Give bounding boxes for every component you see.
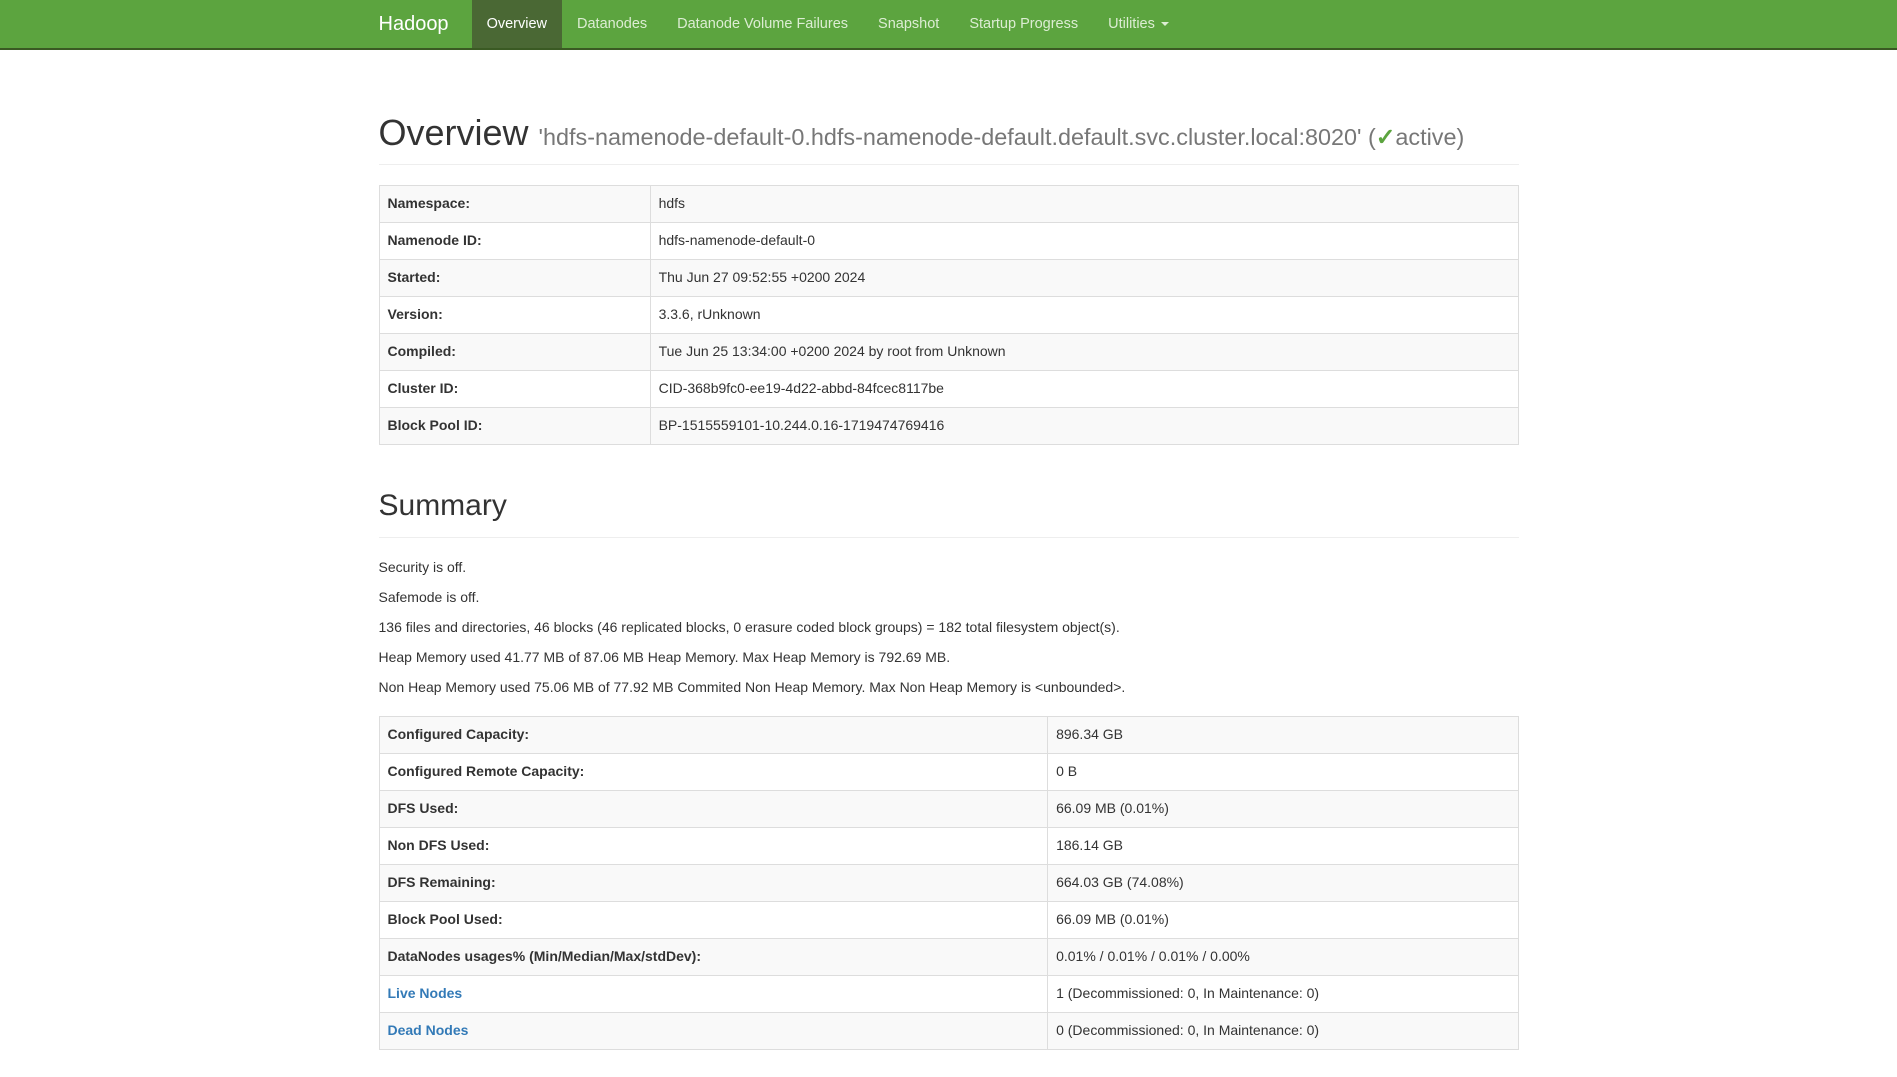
row-value: hdfs: [650, 186, 1518, 223]
table-row: DataNodes usages% (Min/Median/Max/stdDev…: [379, 938, 1518, 975]
row-value: 664.03 GB (74.08%): [1048, 864, 1518, 901]
safemode-status-text: Safemode is off.: [379, 588, 1519, 608]
nav-tab-startup-progress[interactable]: Startup Progress: [954, 0, 1093, 48]
row-label: Configured Remote Capacity:: [379, 753, 1048, 790]
cluster-metrics-table: Configured Capacity: 896.34 GB Configure…: [379, 716, 1519, 1050]
table-row: Dead Nodes 0 (Decommissioned: 0, In Main…: [379, 1012, 1518, 1049]
row-value: 66.09 MB (0.01%): [1048, 901, 1518, 938]
summary-heading: Summary: [379, 485, 1519, 528]
row-value: 0.01% / 0.01% / 0.01% / 0.00%: [1048, 938, 1518, 975]
navbar-container: Hadoop Overview Datanodes Datanode Volum…: [364, 0, 1534, 48]
row-label: Compiled:: [379, 333, 650, 370]
navbar: Hadoop Overview Datanodes Datanode Volum…: [0, 0, 1897, 50]
row-value: 66.09 MB (0.01%): [1048, 790, 1518, 827]
page-title-text: Overview: [379, 112, 529, 153]
row-label: Version:: [379, 296, 650, 333]
row-label: DFS Used:: [379, 790, 1048, 827]
row-label: Namespace:: [379, 186, 650, 223]
row-label: Configured Capacity:: [379, 716, 1048, 753]
row-label: Namenode ID:: [379, 222, 650, 259]
security-status-text: Security is off.: [379, 558, 1519, 578]
row-value: hdfs-namenode-default-0: [650, 222, 1518, 259]
table-row: Namespace: hdfs: [379, 186, 1518, 223]
table-row: DFS Used: 66.09 MB (0.01%): [379, 790, 1518, 827]
row-label: Cluster ID:: [379, 370, 650, 407]
row-value: 1 (Decommissioned: 0, In Maintenance: 0): [1048, 975, 1518, 1012]
row-value: BP-1515559101-10.244.0.16-1719474769416: [650, 407, 1518, 444]
row-value: CID-368b9fc0-ee19-4d22-abbd-84fcec8117be: [650, 370, 1518, 407]
dead-nodes-link[interactable]: Dead Nodes: [388, 1022, 469, 1038]
table-row: Cluster ID: CID-368b9fc0-ee19-4d22-abbd-…: [379, 370, 1518, 407]
chevron-down-icon: [1161, 22, 1169, 26]
checkmark-icon: ✓: [1376, 124, 1396, 150]
main-content: Overview 'hdfs-namenode-default-0.hdfs-n…: [364, 50, 1534, 1050]
summary-section-header: Summary: [379, 485, 1519, 538]
row-value: 0 (Decommissioned: 0, In Maintenance: 0): [1048, 1012, 1518, 1049]
brand-link[interactable]: Hadoop: [364, 0, 464, 48]
namenode-info-table: Namespace: hdfs Namenode ID: hdfs-nameno…: [379, 185, 1519, 445]
row-value: Thu Jun 27 09:52:55 +0200 2024: [650, 259, 1518, 296]
table-row: Non DFS Used: 186.14 GB: [379, 827, 1518, 864]
table-row: DFS Remaining: 664.03 GB (74.08%): [379, 864, 1518, 901]
table-row: Configured Capacity: 896.34 GB: [379, 716, 1518, 753]
table-row: Version: 3.3.6, rUnknown: [379, 296, 1518, 333]
row-label: Block Pool Used:: [379, 901, 1048, 938]
nav-tab-utilities-label: Utilities: [1108, 14, 1155, 35]
namenode-address: 'hdfs-namenode-default-0.hdfs-namenode-d…: [539, 124, 1362, 150]
status-open-paren: (: [1368, 124, 1376, 150]
filesystem-objects-text: 136 files and directories, 46 blocks (46…: [379, 618, 1519, 638]
row-label: Dead Nodes: [379, 1012, 1048, 1049]
summary-paragraphs: Security is off. Safemode is off. 136 fi…: [379, 558, 1519, 698]
table-row: Live Nodes 1 (Decommissioned: 0, In Main…: [379, 975, 1518, 1012]
row-label: Block Pool ID:: [379, 407, 650, 444]
page-title: Overview 'hdfs-namenode-default-0.hdfs-n…: [379, 110, 1519, 155]
navbar-menu: Overview Datanodes Datanode Volume Failu…: [472, 0, 1184, 48]
row-value: 0 B: [1048, 753, 1518, 790]
nav-tab-datanode-volume-failures[interactable]: Datanode Volume Failures: [662, 0, 863, 48]
overview-page-header: Overview 'hdfs-namenode-default-0.hdfs-n…: [379, 110, 1519, 165]
status-label: active: [1395, 124, 1456, 150]
status-close-paren: ): [1456, 124, 1464, 150]
nav-tab-utilities-dropdown[interactable]: Utilities: [1093, 0, 1184, 48]
namenode-address-subtitle: 'hdfs-namenode-default-0.hdfs-namenode-d…: [539, 124, 1465, 150]
nav-tab-overview[interactable]: Overview: [472, 0, 562, 48]
table-row: Compiled: Tue Jun 25 13:34:00 +0200 2024…: [379, 333, 1518, 370]
table-row: Started: Thu Jun 27 09:52:55 +0200 2024: [379, 259, 1518, 296]
row-value: 3.3.6, rUnknown: [650, 296, 1518, 333]
table-row: Namenode ID: hdfs-namenode-default-0: [379, 222, 1518, 259]
row-label: DFS Remaining:: [379, 864, 1048, 901]
row-label: Started:: [379, 259, 650, 296]
nav-tab-snapshot[interactable]: Snapshot: [863, 0, 954, 48]
row-label: Non DFS Used:: [379, 827, 1048, 864]
heap-memory-text: Heap Memory used 41.77 MB of 87.06 MB He…: [379, 648, 1519, 668]
table-row: Block Pool ID: BP-1515559101-10.244.0.16…: [379, 407, 1518, 444]
table-row: Configured Remote Capacity: 0 B: [379, 753, 1518, 790]
row-value: Tue Jun 25 13:34:00 +0200 2024 by root f…: [650, 333, 1518, 370]
live-nodes-link[interactable]: Live Nodes: [388, 985, 463, 1001]
status-badge: (✓active): [1368, 124, 1464, 150]
row-label: DataNodes usages% (Min/Median/Max/stdDev…: [379, 938, 1048, 975]
row-label: Live Nodes: [379, 975, 1048, 1012]
nav-tab-datanodes[interactable]: Datanodes: [562, 0, 662, 48]
non-heap-memory-text: Non Heap Memory used 75.06 MB of 77.92 M…: [379, 678, 1519, 698]
table-row: Block Pool Used: 66.09 MB (0.01%): [379, 901, 1518, 938]
row-value: 896.34 GB: [1048, 716, 1518, 753]
row-value: 186.14 GB: [1048, 827, 1518, 864]
